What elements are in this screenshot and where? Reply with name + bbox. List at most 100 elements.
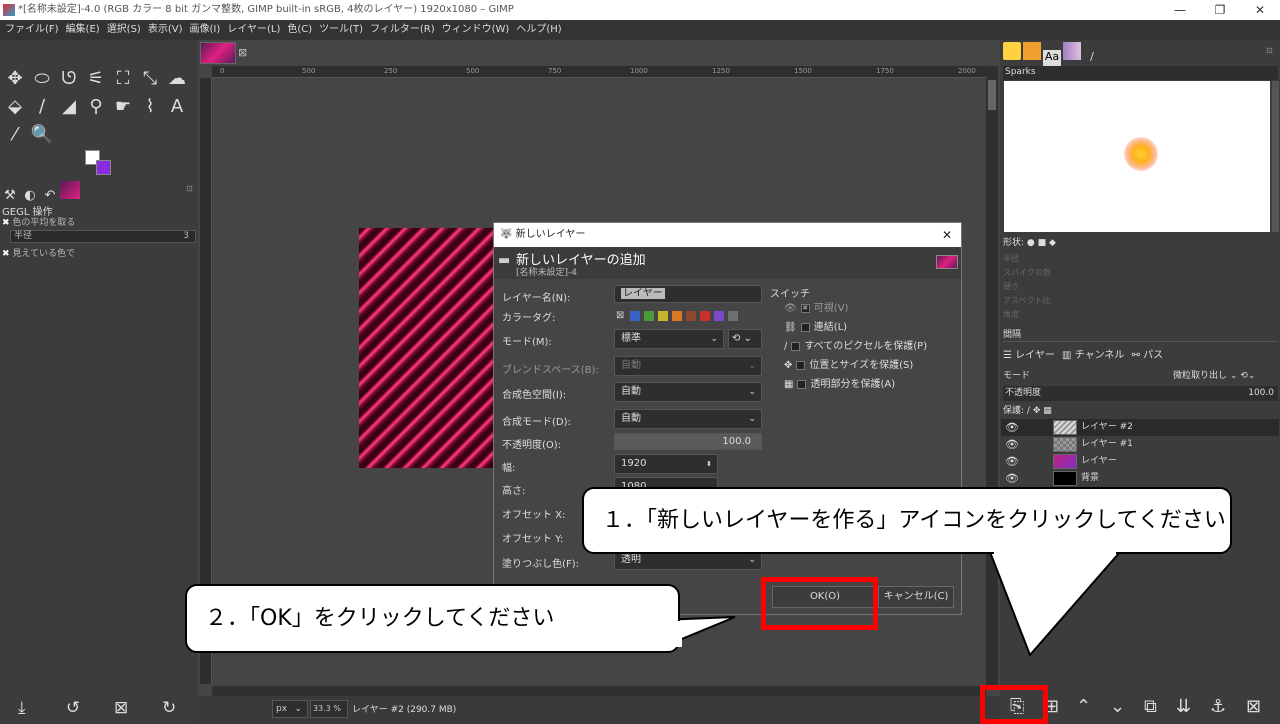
transform-icon[interactable]: ⤡ (137, 66, 163, 92)
visibility-eye-icon[interactable]: 👁 (1005, 436, 1019, 453)
cancel-button[interactable]: キャンセル(C) (878, 586, 954, 608)
menu-filters[interactable]: フィルター(R) (370, 24, 435, 35)
menu-windows[interactable]: ウィンドウ(W) (442, 24, 510, 35)
menu-colors[interactable]: 色(C) (287, 24, 312, 35)
menu-layer[interactable]: レイヤー(L) (227, 24, 280, 35)
delete-options-icon[interactable]: ⊠ (114, 698, 128, 718)
layer-opacity-slider[interactable]: 不透明度 100.0 (1003, 386, 1278, 401)
duplicate-layer-icon[interactable]: ⧉ (1144, 696, 1157, 717)
layer-item[interactable]: 👁 レイヤー (1001, 453, 1279, 470)
menu-tools[interactable]: ツール(T) (319, 24, 363, 35)
dialog-close-button[interactable]: ✕ (942, 223, 952, 247)
patterns-tab-icon[interactable] (1023, 42, 1041, 60)
diamond-shape-icon[interactable]: ◆ (1049, 238, 1056, 248)
canvas-image[interactable] (359, 228, 495, 468)
color-tag-swatch[interactable] (644, 311, 654, 321)
channels-tab[interactable]: ▥ チャンネル (1062, 350, 1124, 361)
switch-visible[interactable]: 👁 ✖ 可視(V) (784, 299, 848, 314)
square-shape-icon[interactable]: ■ (1038, 238, 1047, 248)
menu-select[interactable]: 選択(S) (107, 24, 141, 35)
circle-shape-icon[interactable]: ● (1027, 238, 1035, 248)
crop-icon[interactable]: ⛶ (110, 66, 136, 92)
delete-layer-icon[interactable]: ⊠ (1246, 696, 1261, 717)
color-tag-swatches[interactable]: ⊠ (616, 309, 766, 323)
menu-image[interactable]: 画像(I) (190, 24, 221, 35)
average-color-option[interactable]: ✖ 色の平均を取る (2, 215, 75, 228)
layer-item[interactable]: 👁 レイヤー #2 (1001, 419, 1279, 436)
color-tag-swatch[interactable] (630, 311, 640, 321)
visibility-eye-icon[interactable]: 👁 (1005, 470, 1019, 487)
zoom-icon[interactable]: 🔍 (29, 122, 55, 148)
lock-position-icon[interactable]: ✥ (1033, 406, 1041, 416)
sample-visible-option[interactable]: ✖ 見えている色で (2, 246, 75, 259)
layer-name-input[interactable]: レイヤー (614, 285, 762, 303)
text-icon[interactable]: A (164, 94, 190, 120)
mode-select[interactable]: 標準 ⌄ (614, 329, 724, 349)
lock-alpha-icon[interactable]: ▦ (1043, 406, 1052, 416)
save-options-icon[interactable]: ⤓ (18, 698, 26, 718)
warp-icon[interactable]: ☁ (164, 66, 190, 92)
brush-dock-menu-icon[interactable]: ⊡ (1266, 46, 1273, 55)
switch-linked[interactable]: ⛓ 連結(L) (784, 318, 847, 333)
visibility-eye-icon[interactable]: 👁 (1005, 453, 1019, 470)
layer-item[interactable]: 👁 レイヤー #1 (1001, 436, 1279, 453)
lock-pixels-icon[interactable]: ∕ (1027, 406, 1030, 416)
restore-options-icon[interactable]: ↺ (66, 698, 80, 718)
switch-lock-position[interactable]: ✥ 位置とサイズを保護(S) (784, 356, 913, 371)
width-input[interactable]: 1920 ⬍ (614, 454, 718, 474)
menu-help[interactable]: ヘルプ(H) (516, 24, 561, 35)
lasso-icon[interactable]: ᘎ (56, 66, 82, 92)
opacity-slider[interactable]: 100.0 (614, 433, 762, 450)
paths-icon[interactable]: ⌇ (137, 94, 163, 120)
color-tag-swatch[interactable] (700, 311, 710, 321)
merge-down-icon[interactable]: ⇊ (1176, 696, 1191, 717)
vertical-scrollbar-thumb[interactable] (988, 80, 996, 110)
blend-space-select[interactable]: 自動 ⌄ (614, 356, 762, 376)
minimize-button[interactable]: — (1160, 0, 1200, 20)
menu-file[interactable]: ファイル(F) (5, 24, 59, 35)
mode-group-button[interactable]: ⟲ ⌄ (728, 329, 762, 349)
color-tag-swatch[interactable] (728, 311, 738, 321)
color-picker-icon[interactable]: ⁄ (2, 122, 28, 148)
anchor-layer-icon[interactable]: ⚓ (1210, 696, 1226, 717)
image-tab-thumbnail[interactable] (200, 42, 236, 64)
eraser-icon[interactable]: ◢ (56, 94, 82, 120)
raise-layer-icon[interactable]: ⌃ (1076, 696, 1091, 717)
color-tag-swatch[interactable]: ⊠ (616, 311, 626, 321)
lower-layer-icon[interactable]: ⌄ (1110, 696, 1125, 717)
menu-edit[interactable]: 編集(E) (66, 24, 100, 35)
paintbrush-icon[interactable]: ∕ (29, 94, 55, 120)
layer-mode-select[interactable]: 微粒取り出し ⌄ ⟲⌄ (1173, 368, 1255, 381)
horizontal-scrollbar[interactable] (212, 686, 986, 696)
composite-mode-select[interactable]: 自動 ⌄ (614, 409, 762, 429)
brush-preview-scrollbar[interactable] (1272, 81, 1279, 232)
layer-item[interactable]: 👁 背景 (1001, 470, 1279, 487)
gradients-tab-icon[interactable] (1063, 42, 1081, 60)
brushes-tab-icon[interactable] (1003, 42, 1021, 60)
color-tag-swatch[interactable] (686, 311, 696, 321)
menu-view[interactable]: 表示(V) (148, 24, 183, 35)
bucket-fill-icon[interactable]: ⬙ (2, 94, 28, 120)
zoom-select[interactable]: 33.3 % (310, 700, 348, 718)
close-button[interactable]: ✕ (1240, 0, 1280, 20)
visibility-eye-icon[interactable]: 👁 (1005, 419, 1019, 436)
color-tag-swatch[interactable] (672, 311, 682, 321)
composite-space-select[interactable]: 自動 ⌄ (614, 382, 762, 402)
color-tag-swatch[interactable] (714, 311, 724, 321)
image-tab-close-icon[interactable]: ⊠ (238, 46, 247, 59)
layers-tab[interactable]: ☰ レイヤー (1003, 350, 1055, 361)
maximize-button[interactable]: ❐ (1200, 0, 1240, 20)
images-tab-icon[interactable] (60, 181, 80, 199)
move-icon[interactable]: ✥ (2, 66, 28, 92)
dock-menu-icon[interactable]: ⊡ (186, 184, 193, 193)
ellipse-select-icon[interactable]: ⬭ (29, 66, 55, 92)
switch-lock-alpha[interactable]: ▦ 透明部分を保護(A) (784, 375, 895, 390)
smudge-icon[interactable]: ☛ (110, 94, 136, 120)
fuzzy-select-icon[interactable]: ⚟ (83, 66, 109, 92)
clone-icon[interactable]: ⚲ (83, 94, 109, 120)
vertical-scrollbar[interactable] (986, 66, 998, 686)
unit-select[interactable]: px ⌄ (272, 700, 308, 718)
paths-tab[interactable]: ⚯ パス (1132, 350, 1164, 361)
radius-field[interactable]: 半径 3 (10, 230, 196, 243)
reset-options-icon[interactable]: ↻ (162, 698, 176, 718)
